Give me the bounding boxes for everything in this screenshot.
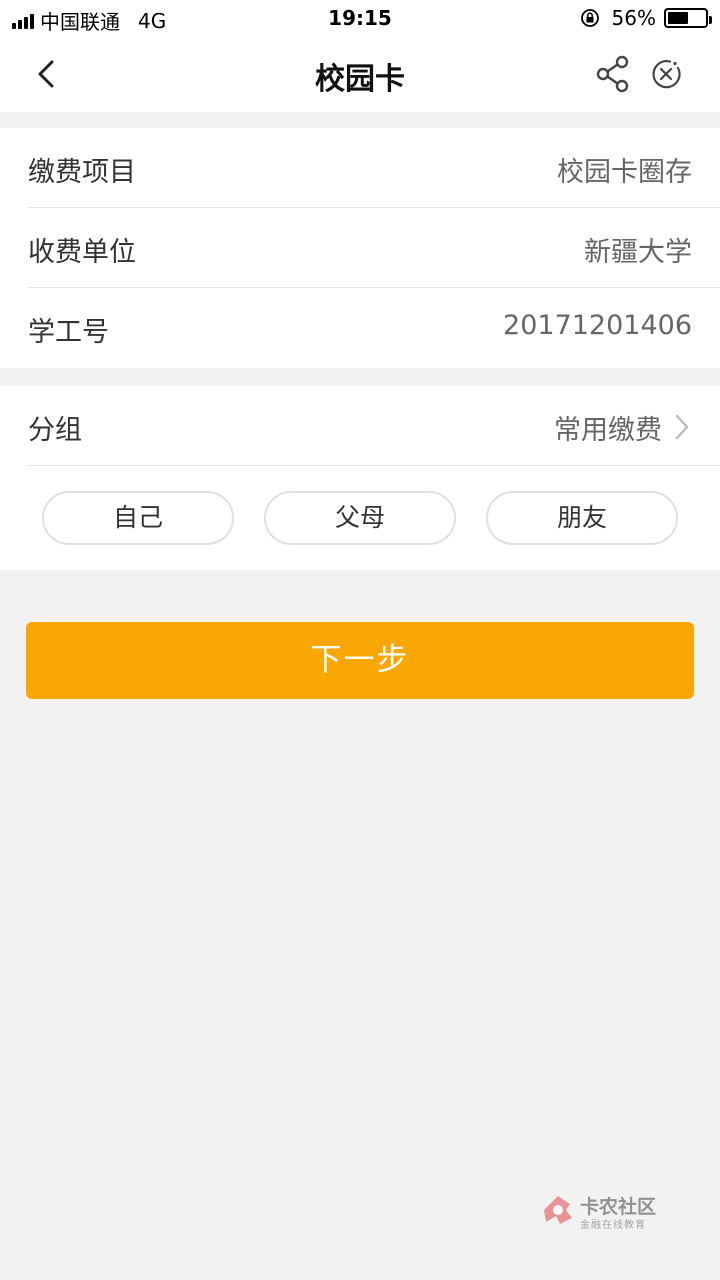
- share-icon[interactable]: [594, 54, 634, 94]
- kanong-logo-icon: [544, 1196, 572, 1224]
- payee-label: 收费单位: [28, 237, 136, 268]
- payment-info-card: 缴费项目 校园卡圈存 收费单位 新疆大学 学工号 20171201406: [0, 128, 720, 368]
- chip-self[interactable]: 自己: [42, 491, 234, 545]
- student-id-label: 学工号: [28, 317, 109, 348]
- battery-level: [668, 12, 689, 24]
- group-label: 分组: [28, 415, 82, 446]
- watermark-title: 卡农社区: [580, 1196, 657, 1218]
- payment-item-row: 缴费项目 校园卡圈存: [0, 128, 720, 208]
- chip-friends[interactable]: 朋友: [486, 491, 678, 545]
- group-value: 常用缴费: [554, 415, 662, 446]
- close-circle-icon[interactable]: [648, 56, 684, 92]
- nav-bar: 校园卡: [0, 36, 720, 112]
- group-card: 分组 常用缴费 自己 父母 朋友: [0, 386, 720, 570]
- payee-row: 收费单位 新疆大学: [0, 208, 720, 288]
- group-chips: 自己 父母 朋友: [0, 466, 720, 570]
- status-bar: 中国联通 4G 19:15 56%: [0, 0, 720, 36]
- chevron-right-icon: [675, 414, 689, 440]
- student-id-value: 20171201406: [503, 310, 692, 341]
- watermark-subtitle: 金融在线教育: [580, 1220, 646, 1231]
- battery-icon: [664, 8, 712, 28]
- payment-item-value: 校园卡圈存: [557, 157, 692, 188]
- next-step-button[interactable]: 下一步: [26, 622, 694, 699]
- group-row[interactable]: 分组 常用缴费: [0, 386, 720, 466]
- watermark: 卡农社区 金融在线教育: [540, 1192, 670, 1234]
- chip-parents[interactable]: 父母: [264, 491, 456, 545]
- payment-item-label: 缴费项目: [28, 157, 136, 188]
- rotation-lock-icon: [580, 9, 599, 27]
- student-id-row: 学工号 20171201406: [0, 288, 720, 368]
- battery-percentage: 56%: [611, 6, 656, 30]
- payee-value: 新疆大学: [584, 237, 692, 268]
